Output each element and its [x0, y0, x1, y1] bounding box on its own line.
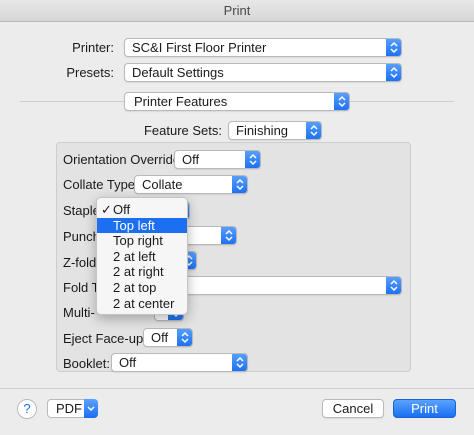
staple-menu-item-label: 2 at top [113, 279, 157, 295]
collate-value: Collate [142, 177, 183, 192]
punch-label: Punch [63, 229, 100, 244]
help-icon: ? [23, 401, 31, 416]
up-down-chevron-icon [334, 93, 349, 110]
up-down-chevron-icon [177, 329, 192, 346]
orientation-value: Off [182, 152, 200, 167]
up-down-chevron-icon [306, 122, 321, 139]
section-value: Printer Features [134, 94, 228, 109]
up-down-chevron-icon [386, 39, 401, 56]
feature-sets-label: Feature Sets: [143, 123, 222, 138]
multi-label: Multi- [63, 305, 95, 320]
staple-menu-item-label: Top right [113, 233, 163, 249]
pdf-label: PDF [56, 401, 82, 416]
printer-label: Printer: [72, 40, 114, 55]
fold-type-select[interactable] [160, 276, 402, 295]
presets-select[interactable]: Default Settings [124, 63, 402, 82]
staple-menu-item-label: 2 at left [113, 248, 156, 264]
eject-label: Eject Face-up: [63, 331, 147, 346]
up-down-chevron-icon [245, 151, 260, 168]
orientation-select[interactable]: Off [174, 150, 261, 169]
staple-menu-item[interactable]: 2 at left [97, 249, 187, 265]
staple-menu-item-label: 2 at right [113, 264, 164, 280]
cancel-button[interactable]: Cancel [322, 399, 384, 418]
staple-menu-item[interactable]: 2 at center [97, 296, 187, 312]
presets-value: Default Settings [132, 65, 224, 80]
up-down-chevron-icon [386, 277, 401, 294]
chevron-down-icon [84, 399, 98, 418]
eject-value: Off [151, 330, 169, 345]
booklet-value: Off [119, 355, 137, 370]
staple-menu-item[interactable]: Top right [97, 233, 187, 249]
collate-select[interactable]: Collate [134, 175, 248, 194]
staple-menu-item-label: Off [113, 202, 131, 217]
presets-label: Presets: [66, 65, 114, 80]
up-down-chevron-icon [232, 354, 247, 371]
printer-value: SC&I First Floor Printer [132, 40, 267, 55]
staple-menu-item-label: Top left [113, 217, 155, 233]
up-down-chevron-icon [386, 64, 401, 81]
staple-menu-item[interactable]: 2 at top [97, 280, 187, 296]
feature-sets-select[interactable]: Finishing [228, 121, 322, 140]
staple-menu-item[interactable]: 2 at right [97, 264, 187, 280]
staple-menu-item-label: 2 at center [113, 295, 175, 311]
checkmark-icon: ✓ [101, 202, 112, 217]
staple-menu-item[interactable]: Top left [97, 217, 187, 234]
up-down-chevron-icon [232, 176, 247, 193]
up-down-chevron-icon [221, 227, 236, 244]
booklet-select[interactable]: Off [111, 353, 248, 372]
orientation-label: Orientation Override: [63, 152, 184, 167]
feature-sets-value: Finishing [236, 123, 289, 138]
pdf-menu-button[interactable]: PDF [47, 399, 98, 418]
staple-dropdown-menu: ✓ Off Top left Top right 2 at left 2 at right… [96, 197, 188, 315]
staple-label: Staple [63, 203, 100, 218]
print-button[interactable]: Print [393, 399, 456, 418]
zfold-label: Z-fold [63, 255, 97, 270]
eject-select[interactable]: Off [143, 328, 193, 347]
window-titlebar: Print [0, 0, 474, 22]
help-button[interactable]: ? [17, 399, 37, 419]
footer-separator [0, 388, 474, 389]
section-select[interactable]: Printer Features [124, 92, 350, 111]
window-title: Print [223, 3, 251, 18]
booklet-label: Booklet: [63, 356, 110, 371]
collate-label: Collate Type: [63, 177, 139, 192]
printer-select[interactable]: SC&I First Floor Printer [124, 38, 402, 57]
staple-menu-item[interactable]: ✓ Off [97, 202, 187, 218]
